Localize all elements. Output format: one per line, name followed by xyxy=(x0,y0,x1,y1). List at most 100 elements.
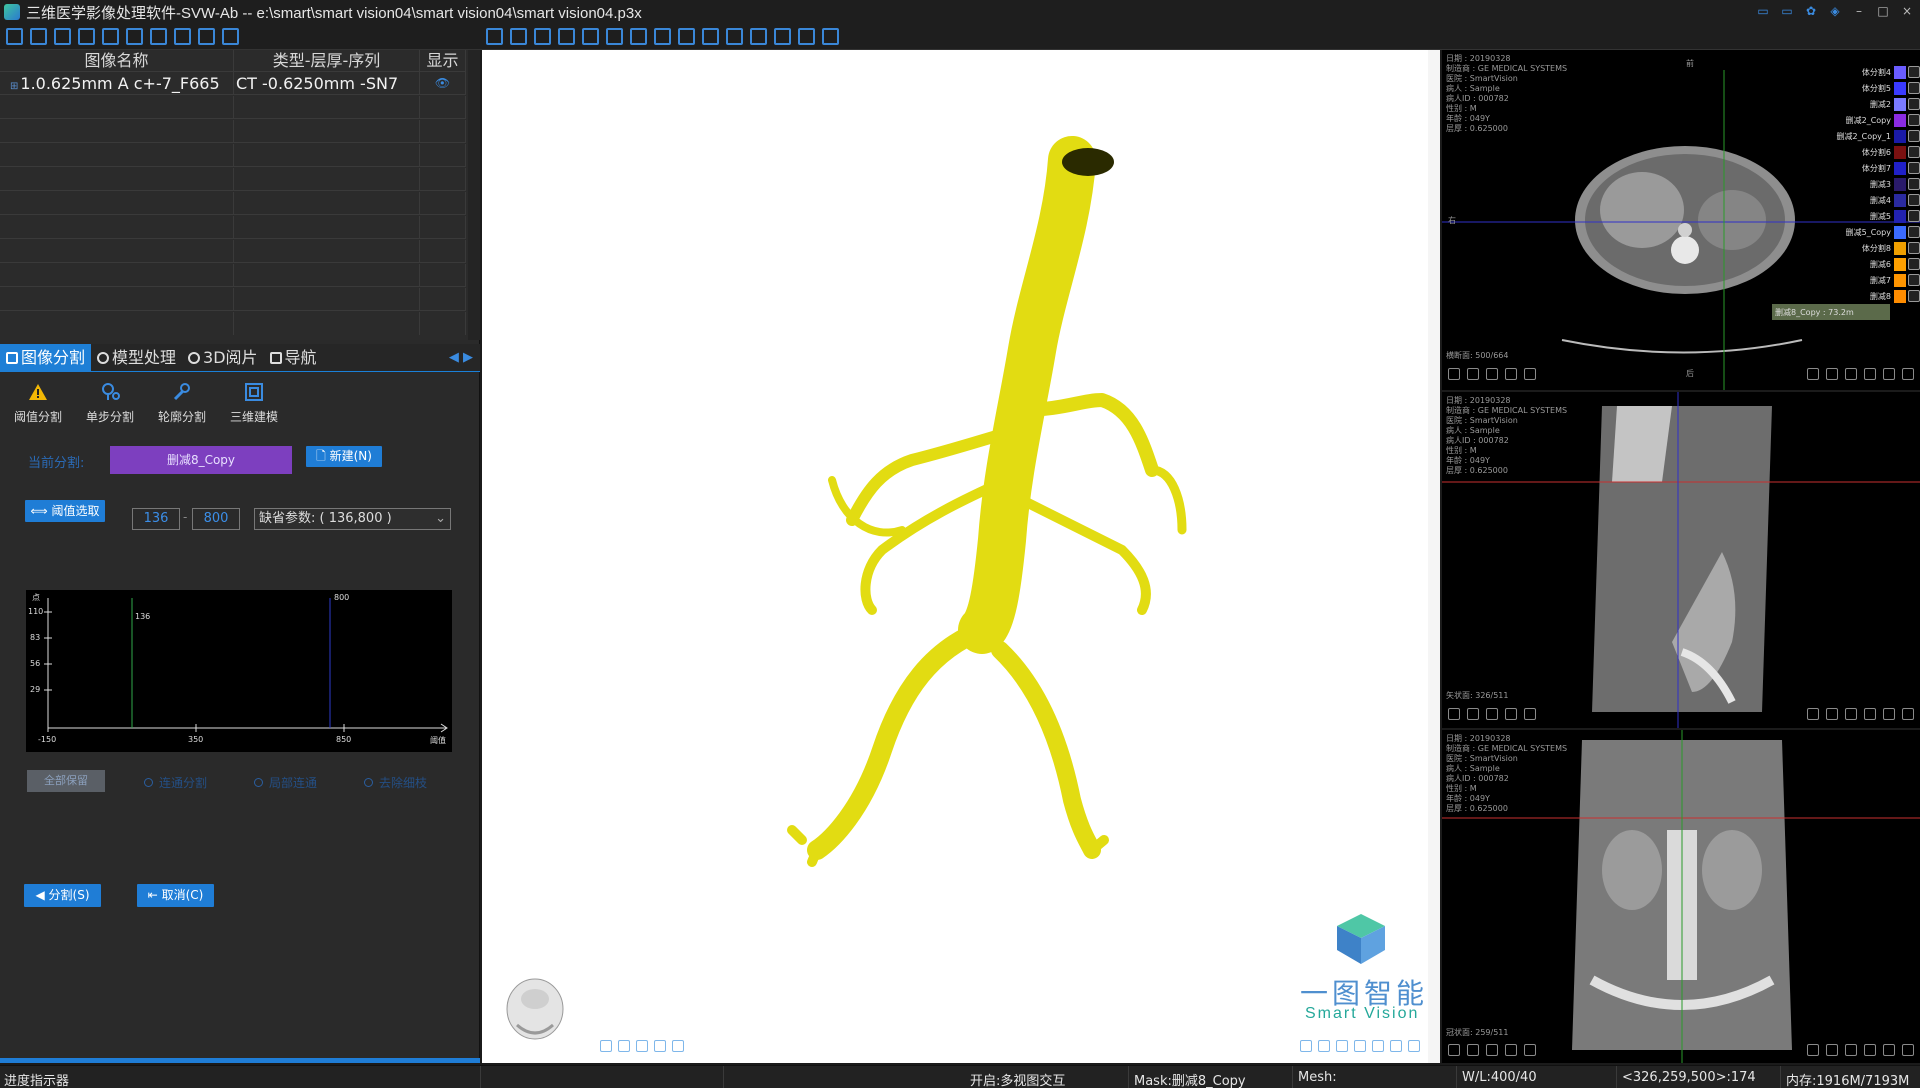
search-icon[interactable] xyxy=(30,28,47,45)
legend-row[interactable]: 删减2 xyxy=(1802,96,1920,112)
frame-icon[interactable] xyxy=(600,1040,612,1052)
mode-keep-all[interactable]: 全部保留 xyxy=(27,770,105,792)
close-box-icon[interactable] xyxy=(54,28,71,45)
col-type[interactable]: 类型-层厚-序列 xyxy=(234,50,420,71)
eye-icon[interactable] xyxy=(1908,146,1920,158)
rewind-icon[interactable] xyxy=(1467,708,1479,720)
legend-row[interactable]: 删减3 xyxy=(1802,176,1920,192)
eye-icon[interactable] xyxy=(1908,82,1920,94)
tool-contour-seg[interactable]: 轮廓分割 xyxy=(146,376,218,436)
cut-icon[interactable] xyxy=(1883,1044,1895,1056)
legend-row[interactable]: 体分割5 xyxy=(1802,80,1920,96)
save-icon[interactable] xyxy=(1486,1044,1498,1056)
legend-row[interactable]: 体分割8 xyxy=(1802,240,1920,256)
monitor-icon[interactable] xyxy=(726,28,743,45)
tab-3d-reading[interactable]: 3D阅片 xyxy=(182,344,264,372)
view-splitter[interactable] xyxy=(1428,50,1440,1063)
frame-icon[interactable] xyxy=(1448,708,1460,720)
forward-icon[interactable] xyxy=(1505,368,1517,380)
legend-row[interactable]: 删减2_Copy_1 xyxy=(1802,128,1920,144)
eye-icon[interactable] xyxy=(1908,226,1920,238)
maximize-button[interactable]: □ xyxy=(1874,3,1892,19)
eye-icon[interactable] xyxy=(1908,162,1920,174)
pencil-icon[interactable] xyxy=(1807,708,1819,720)
legend-row[interactable]: 体分割6 xyxy=(1802,144,1920,160)
tool-threshold-seg[interactable]: 阈值分割 xyxy=(2,376,74,436)
pencil-icon[interactable] xyxy=(1807,368,1819,380)
mode-remove-branch-radio[interactable]: 去除细枝 xyxy=(364,774,427,791)
grid-icon[interactable] xyxy=(798,28,815,45)
eye-icon[interactable] xyxy=(1908,274,1920,286)
cut-icon[interactable] xyxy=(1883,708,1895,720)
layout-5-icon[interactable] xyxy=(582,28,599,45)
layout-1-icon[interactable] xyxy=(486,28,503,45)
eye-icon[interactable] xyxy=(1908,242,1920,254)
cut-icon[interactable] xyxy=(1883,368,1895,380)
eye-icon[interactable] xyxy=(1908,210,1920,222)
panel-icon[interactable] xyxy=(702,28,719,45)
threshold-low-input[interactable]: 136 xyxy=(132,508,180,530)
forward-icon[interactable] xyxy=(654,1040,666,1052)
layout-4-icon[interactable] xyxy=(558,28,575,45)
forward-icon[interactable] xyxy=(1505,708,1517,720)
legend-row[interactable]: 删减4 xyxy=(1802,192,1920,208)
window-icon[interactable] xyxy=(1372,1040,1384,1052)
cancel-button[interactable]: ⇤ 取消(C) xyxy=(137,884,214,907)
col-image-name[interactable]: 图像名称 xyxy=(0,50,234,71)
ruler-icon[interactable] xyxy=(1826,708,1838,720)
file-icon[interactable] xyxy=(6,28,23,45)
tab-image-segmentation[interactable]: 图像分割 xyxy=(0,343,92,372)
minimize-button[interactable]: – xyxy=(1850,3,1868,19)
camera-icon[interactable] xyxy=(774,28,791,45)
add-icon[interactable] xyxy=(1902,368,1914,380)
tool-icon[interactable] xyxy=(150,28,167,45)
mode-connected-radio[interactable]: 连通分割 xyxy=(144,774,207,791)
rewind-icon[interactable] xyxy=(1467,1044,1479,1056)
legend-row[interactable]: 删减2_Copy xyxy=(1802,112,1920,128)
eye-icon[interactable] xyxy=(1908,114,1920,126)
camera-icon[interactable] xyxy=(198,28,215,45)
tab-scroll-arrows[interactable]: ◀ ▶ xyxy=(449,350,473,365)
eye-icon[interactable] xyxy=(1908,130,1920,142)
frame-icon[interactable] xyxy=(1448,1044,1460,1056)
threshold-high-input[interactable]: 800 xyxy=(192,508,240,530)
fill-icon[interactable] xyxy=(630,28,647,45)
window-icon[interactable] xyxy=(1864,708,1876,720)
angle-icon[interactable] xyxy=(222,28,239,45)
current-seg-value[interactable]: 删减8_Copy xyxy=(110,446,292,474)
window-option-icon[interactable]: ▭ xyxy=(1754,3,1772,19)
crop-icon[interactable] xyxy=(1524,1044,1536,1056)
tool-3d-modeling[interactable]: 三维建模 xyxy=(218,376,290,436)
layout-3-icon[interactable] xyxy=(534,28,551,45)
viewport-axial[interactable]: 日期 : 20190328 制造商 : GE MEDICAL SYSTEMS 医院 … xyxy=(1442,50,1920,390)
pencil-icon[interactable] xyxy=(1807,1044,1819,1056)
image-icon[interactable] xyxy=(126,28,143,45)
pointer-icon[interactable] xyxy=(822,28,839,45)
visibility-eye-icon[interactable]: 👁 xyxy=(420,72,466,94)
copy-icon[interactable] xyxy=(1845,1044,1857,1056)
tool-step-seg[interactable]: 单步分割 xyxy=(74,376,146,436)
grid-icon[interactable] xyxy=(174,28,191,45)
eye-icon[interactable] xyxy=(1908,194,1920,206)
tab-navigation[interactable]: 导航 xyxy=(264,344,323,372)
window-icon[interactable] xyxy=(1864,1044,1876,1056)
save-icon[interactable] xyxy=(1486,368,1498,380)
cube-icon[interactable] xyxy=(750,28,767,45)
3d-view[interactable] xyxy=(482,50,1440,1063)
window-icon[interactable] xyxy=(606,28,623,45)
copy-icon[interactable] xyxy=(1845,708,1857,720)
viewport-sagittal[interactable]: 日期 : 20190328 制造商 : GE MEDICAL SYSTEMS 医院 … xyxy=(1442,392,1920,728)
eye-icon[interactable] xyxy=(1908,290,1920,302)
copy-icon[interactable] xyxy=(1318,1040,1330,1052)
share-icon[interactable] xyxy=(1300,1040,1312,1052)
crop-icon[interactable] xyxy=(672,1040,684,1052)
col-visible[interactable]: 显示 xyxy=(420,50,466,71)
add-icon[interactable] xyxy=(1902,708,1914,720)
preset-select[interactable]: 缺省参数: ( 136,800 ) ⌄ xyxy=(254,508,451,530)
legend-row[interactable]: 删减8 xyxy=(1802,288,1920,304)
tab-model-processing[interactable]: 模型处理 xyxy=(91,344,182,372)
help-icon[interactable]: ◈ xyxy=(1826,3,1844,19)
chart-icon[interactable] xyxy=(1336,1040,1348,1052)
settings-icon[interactable] xyxy=(1408,1040,1420,1052)
threshold-histogram[interactable]: 点 110 83 56 29 -150 350 850 阈值 136 800 xyxy=(26,590,452,752)
